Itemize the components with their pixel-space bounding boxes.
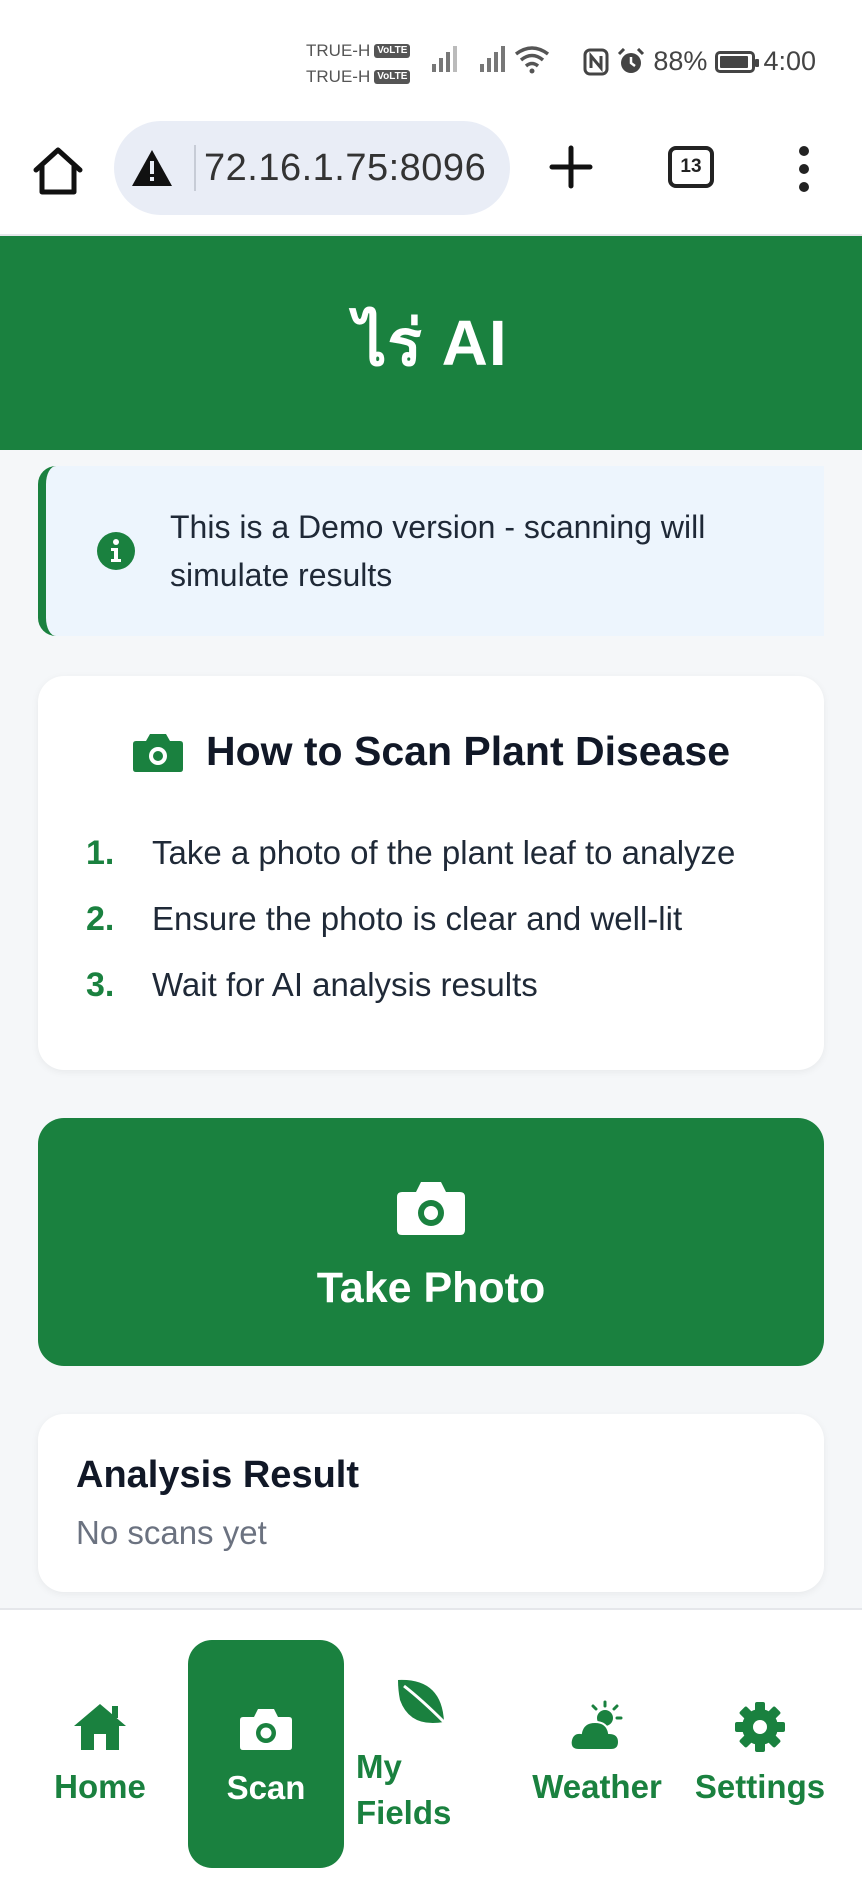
bottom-nav: Home Scan My Fields Weather Settings — [0, 1608, 862, 1896]
dot — [799, 182, 809, 192]
carrier-2: TRUE-H — [306, 67, 371, 86]
battery-icon — [715, 50, 760, 73]
list-item: 1. Take a photo of the plant leaf to ana… — [86, 820, 735, 886]
info-icon — [97, 532, 135, 570]
new-tab-icon[interactable] — [548, 144, 594, 190]
nav-item-home[interactable]: Home — [40, 1700, 160, 1806]
step-number: 2. — [86, 899, 115, 938]
steps-list: 1. Take a photo of the plant leaf to ana… — [86, 820, 735, 1018]
app-title: ไร่ AI — [354, 307, 508, 379]
tab-count: 13 — [680, 156, 702, 177]
home-icon — [74, 1704, 126, 1750]
step-text: Take a photo of the plant leaf to analyz… — [152, 834, 736, 871]
analysis-empty-text: No scans yet — [76, 1514, 267, 1551]
app-header: ไร่ AI — [0, 236, 862, 450]
address-bar[interactable]: 72.16.1.75:8096 — [114, 121, 510, 215]
gear-icon — [735, 1702, 785, 1752]
list-item: 2. Ensure the photo is clear and well-li… — [86, 886, 735, 952]
tab-switcher-button[interactable]: 13 — [668, 146, 714, 188]
signal-icon — [480, 46, 505, 72]
url-text[interactable]: 72.16.1.75:8096 — [194, 145, 486, 191]
step-number: 3. — [86, 965, 115, 1004]
dot — [799, 146, 809, 156]
status-bar: TRUE-H VoLTE TRUE-H VoLTE 88% 4:00 — [0, 0, 862, 118]
cloud-sun-icon — [569, 1700, 623, 1751]
list-item: 3. Wait for AI analysis results — [86, 952, 735, 1018]
nav-item-scan[interactable]: Scan — [188, 1640, 344, 1868]
browser-toolbar: 72.16.1.75:8096 13 — [0, 118, 862, 236]
take-photo-label: Take Photo — [316, 1263, 546, 1312]
clock: 4:00 — [763, 46, 816, 76]
nav-item-weather[interactable]: Weather — [522, 1700, 672, 1806]
nav-item-my-fields[interactable]: My Fields — [356, 1676, 484, 1836]
step-number: 1. — [86, 833, 115, 872]
step-text: Ensure the photo is clear and well-lit — [152, 900, 683, 937]
nav-label: Weather — [532, 1768, 662, 1805]
nav-label: My Fields — [356, 1748, 452, 1831]
camera-icon — [132, 733, 183, 772]
step-text: Wait for AI analysis results — [152, 966, 538, 1003]
carrier-info: TRUE-H VoLTE TRUE-H VoLTE — [306, 38, 411, 90]
wifi-icon — [514, 46, 550, 74]
volte-badge: VoLTE — [374, 70, 411, 84]
nav-item-settings[interactable]: Settings — [690, 1700, 830, 1806]
nav-label: Scan — [226, 1769, 306, 1806]
volte-badge: VoLTE — [374, 44, 411, 58]
camera-icon — [240, 1709, 292, 1750]
alarm-icon — [618, 47, 645, 73]
carrier-1: TRUE-H — [306, 41, 371, 60]
demo-notice: This is a Demo version - scanning will s… — [38, 466, 824, 636]
notice-text: This is a Demo version - scanning will s… — [170, 509, 706, 593]
camera-icon — [397, 1181, 465, 1235]
battery-percent: 88% — [653, 46, 708, 76]
warning-icon[interactable] — [130, 148, 174, 188]
nfc-icon — [583, 48, 609, 75]
browser-home-icon[interactable] — [30, 142, 86, 198]
nav-label: Home — [54, 1768, 146, 1805]
instructions-card: How to Scan Plant Disease 1. Take a phot… — [38, 676, 824, 1070]
signal-icon — [432, 46, 457, 72]
browser-menu-button[interactable] — [792, 146, 816, 192]
dot — [799, 164, 809, 174]
take-photo-button[interactable]: Take Photo — [38, 1118, 824, 1366]
instructions-title: How to Scan Plant Disease — [205, 728, 731, 774]
nav-label: Settings — [694, 1768, 826, 1805]
analysis-card: Analysis Result No scans yet — [38, 1414, 824, 1592]
leaf-icon — [398, 1679, 446, 1724]
analysis-title: Analysis Result — [76, 1454, 359, 1496]
